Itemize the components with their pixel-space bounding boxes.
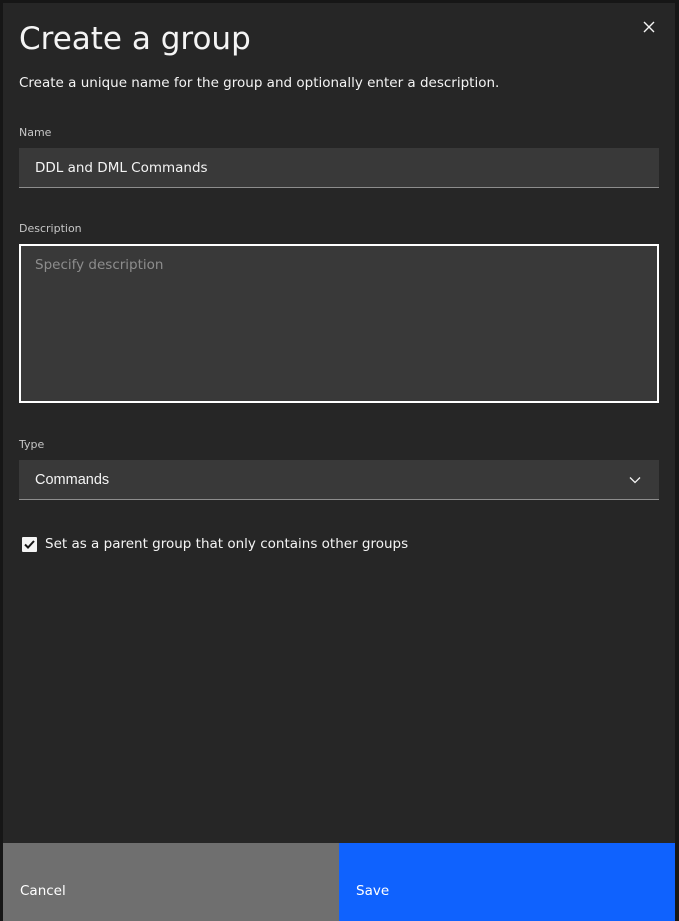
save-button[interactable]: Save (339, 843, 675, 921)
chevron-down-icon (627, 472, 643, 488)
close-icon (643, 21, 655, 33)
close-button[interactable] (639, 17, 659, 37)
type-label: Type (19, 438, 45, 451)
cancel-button[interactable]: Cancel (3, 843, 339, 921)
name-input[interactable] (19, 148, 659, 188)
parent-group-checkbox[interactable] (22, 536, 37, 552)
type-select[interactable]: Commands (19, 460, 659, 500)
modal-subtitle: Create a unique name for the group and o… (19, 75, 500, 91)
description-label: Description (19, 222, 82, 235)
parent-group-checkbox-row[interactable]: Set as a parent group that only contains… (22, 536, 408, 552)
parent-group-checkbox-label: Set as a parent group that only contains… (45, 536, 409, 552)
description-input[interactable] (19, 244, 659, 403)
modal-footer: Cancel Save (3, 843, 675, 921)
modal-title: Create a group (19, 21, 251, 57)
create-group-modal: Create a group Create a unique name for … (3, 3, 675, 921)
type-select-value: Commands (35, 471, 110, 488)
checkmark-icon (24, 539, 35, 549)
name-label: Name (19, 126, 52, 139)
